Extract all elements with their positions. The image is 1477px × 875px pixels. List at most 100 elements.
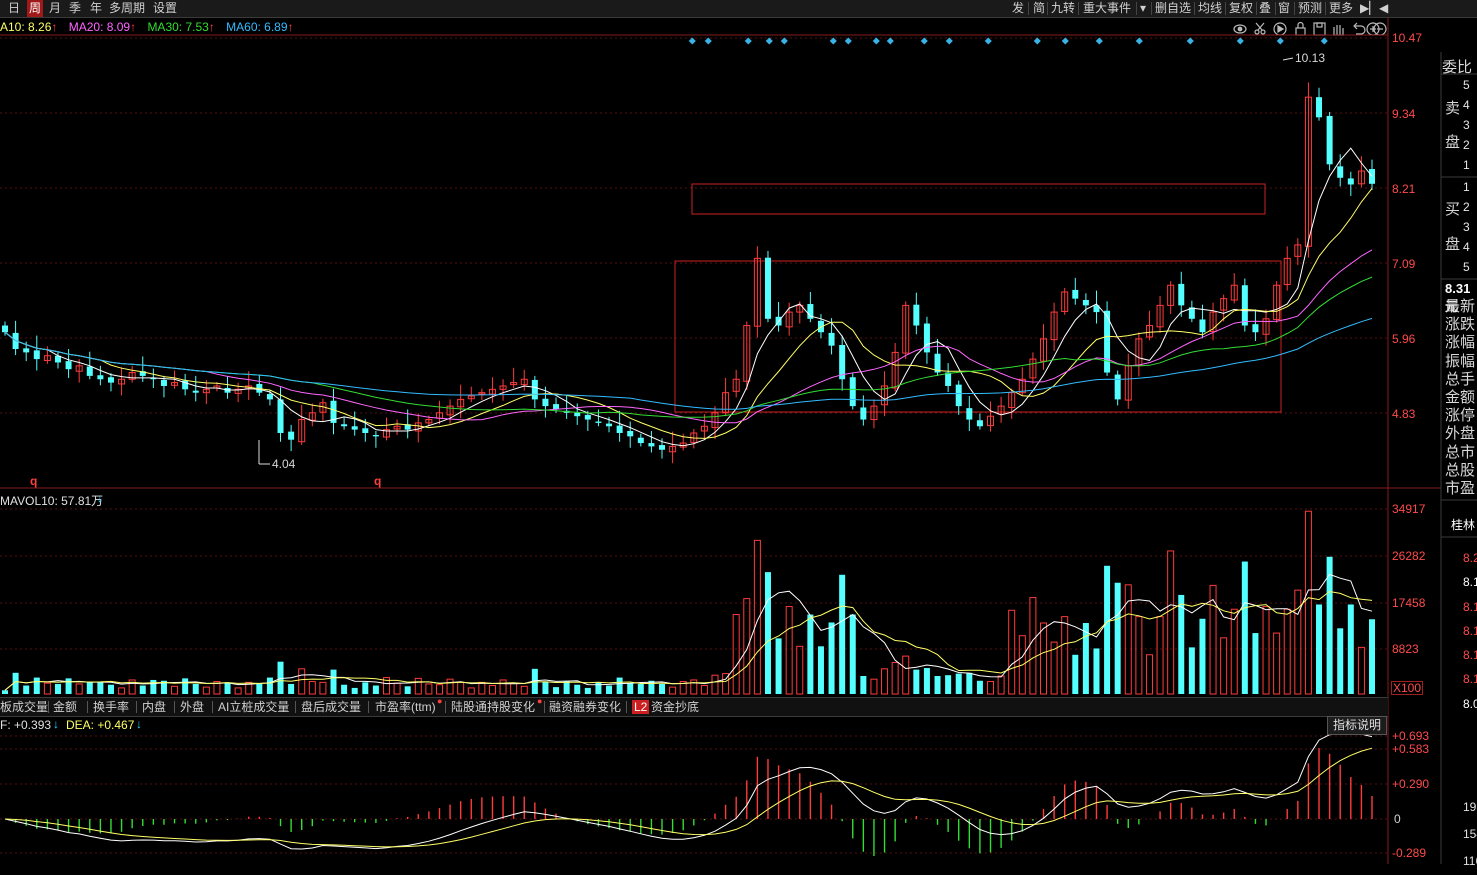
event-diamond-icon xyxy=(829,37,837,45)
indicator-help-button[interactable]: 指标说明 xyxy=(1327,716,1387,735)
tab-pe-ttm[interactable]: 市盈率(ttm) xyxy=(375,698,436,716)
volume-bar xyxy=(574,684,581,694)
volume-bar xyxy=(711,674,719,695)
event-diamond-icon xyxy=(1186,37,1194,45)
volume-bar xyxy=(1347,604,1354,694)
kline-chart[interactable] xyxy=(0,0,1477,864)
q-marker-1: q xyxy=(30,474,38,488)
volume-bar xyxy=(298,668,306,695)
volume-bar xyxy=(1209,584,1217,695)
volume-bar xyxy=(1199,618,1206,694)
candle-body xyxy=(966,408,973,420)
tick-price: 8.1 xyxy=(1463,672,1477,687)
macd-dea-label: DEA: +0.467 xyxy=(66,718,135,732)
macd-tick-5: -0.289 xyxy=(1392,846,1427,860)
price-tick-6: 4.83 xyxy=(1392,407,1416,421)
tab-northbound[interactable]: 陆股通持股变化 xyxy=(451,698,535,716)
macd-tick-4: 0 xyxy=(1394,812,1401,826)
tab-after-hours[interactable]: 盘后成交量 xyxy=(301,698,361,716)
tab-turnover[interactable]: 换手率 xyxy=(93,698,129,716)
volume-bar xyxy=(1337,628,1344,694)
field-total-volume: 总手 xyxy=(1445,370,1476,388)
event-diamond-icon xyxy=(1276,37,1284,45)
tab-outer[interactable]: 外盘 xyxy=(180,698,204,716)
candle-body xyxy=(1347,178,1354,185)
tab-ai-volume[interactable]: AI立桩成交量 xyxy=(218,698,289,716)
event-diamond-icon xyxy=(920,37,928,45)
volume-bar xyxy=(256,683,263,694)
candle-body xyxy=(2,325,8,333)
volume-bar xyxy=(955,673,962,694)
tab-amount[interactable]: 金额 xyxy=(53,698,77,716)
indicator-tab-bar: 板成交量 金额 换手率 内盘 外盘 AI立桩成交量 盘后成交量 市盈率(ttm)… xyxy=(0,696,1388,717)
volume-bar xyxy=(23,685,30,694)
tab-volume[interactable]: 板成交量 xyxy=(0,698,48,716)
volume-bar xyxy=(902,655,910,695)
candle-body xyxy=(1316,97,1323,118)
candle-body xyxy=(584,414,591,420)
volume-bar xyxy=(393,682,401,695)
event-diamond-icon xyxy=(844,37,852,45)
candle-body xyxy=(33,350,40,360)
field-limit-up: 涨停 xyxy=(1445,407,1476,425)
volume-bar xyxy=(362,682,369,694)
buy-level-3: 3 xyxy=(1463,220,1470,234)
price-tick-3: 8.21 xyxy=(1392,182,1416,196)
volume-bar xyxy=(1262,606,1270,695)
candle-body xyxy=(351,426,358,430)
volume-bar xyxy=(266,677,273,694)
volume-bar xyxy=(1252,633,1259,694)
volume-bar xyxy=(1008,609,1016,695)
tab-inner[interactable]: 内盘 xyxy=(142,698,166,716)
volume-bar xyxy=(234,687,242,695)
volume-bar xyxy=(1061,616,1069,695)
volume-bar xyxy=(595,682,602,694)
volume-bar xyxy=(1316,604,1323,694)
high-pointer xyxy=(1282,57,1294,61)
candle-body xyxy=(574,412,581,417)
tab-l2-badge[interactable]: L2 xyxy=(632,700,650,714)
field-market-cap: 总市 xyxy=(1445,443,1476,461)
volume-bar xyxy=(1104,565,1111,694)
volume-bar xyxy=(849,614,856,694)
volume-bar xyxy=(414,677,422,695)
vol-tick-1: 34917 xyxy=(1392,502,1426,516)
price-tick-2: 9.34 xyxy=(1392,107,1416,121)
candle-body xyxy=(595,421,602,423)
volume-bar xyxy=(997,675,1005,695)
volume-bar xyxy=(987,681,995,695)
volume-bar xyxy=(341,684,348,694)
field-amplitude: 振幅 xyxy=(1445,352,1476,370)
macd-tick-3: +0.290 xyxy=(1392,777,1430,791)
sell-level-4: 4 xyxy=(1463,98,1470,112)
volume-bar xyxy=(202,686,210,695)
candle-body xyxy=(542,398,549,407)
volume-bar xyxy=(1029,597,1037,695)
ma30-line xyxy=(4,276,1373,418)
tab-margin[interactable]: 融资融券变化 xyxy=(549,698,621,716)
event-diamond-icon xyxy=(1135,37,1143,45)
candle-body xyxy=(976,420,983,427)
volume-bar xyxy=(807,614,814,694)
macd-dif-label: F: +0.393 xyxy=(0,718,52,732)
high-price-label: 10.13 xyxy=(1295,51,1326,65)
price-tick-5: 5.96 xyxy=(1392,332,1416,346)
volume-bar xyxy=(828,622,835,694)
mavol5-line xyxy=(4,573,1373,691)
candle-body xyxy=(288,431,295,440)
volume-bar xyxy=(637,683,644,694)
candle-body xyxy=(1252,324,1259,333)
volume-bar xyxy=(43,682,51,695)
volume-bar xyxy=(542,681,549,694)
volume-bar xyxy=(976,680,983,694)
volume-bar xyxy=(1178,594,1185,694)
volume-bar xyxy=(627,683,634,694)
tab-capital-bottom[interactable]: 资金抄底 xyxy=(651,698,699,716)
buy-label-1: 买 xyxy=(1445,201,1461,218)
candle-body xyxy=(945,372,952,386)
candle-body xyxy=(1241,285,1248,326)
field-latest: 最新 xyxy=(1445,298,1476,315)
volume-bar xyxy=(319,681,327,695)
candle-body xyxy=(659,445,666,450)
event-diamond-icon xyxy=(704,37,712,45)
